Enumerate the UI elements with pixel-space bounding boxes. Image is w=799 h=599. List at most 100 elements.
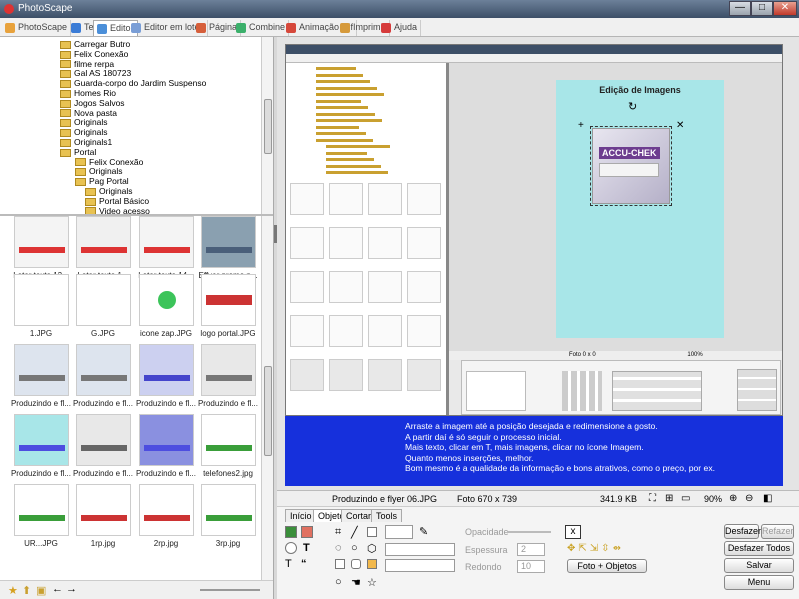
line-style-select[interactable]	[385, 543, 455, 556]
thumbnail-grid[interactable]: Lotar texto 12...Lotar texto 1...Lotar t…	[0, 214, 273, 580]
tree-folder[interactable]: Video acesso	[85, 206, 150, 214]
circle-icon[interactable]: ○	[335, 576, 342, 588]
thumbnail[interactable]	[201, 484, 256, 536]
thumbnail[interactable]	[139, 484, 194, 536]
text-tool-icon[interactable]: T	[303, 542, 310, 554]
eyedropper-icon[interactable]: ✎	[419, 525, 428, 538]
thumbnail-scrollbar[interactable]	[261, 216, 273, 580]
thumbnail[interactable]	[201, 274, 256, 326]
tree-folder[interactable]: Originals	[60, 117, 108, 127]
undo-all-button[interactable]: Desfazer Todos	[724, 541, 794, 556]
cursor-tool[interactable]: x	[565, 525, 581, 539]
curve-icon[interactable]: ◌	[335, 542, 342, 554]
tree-folder[interactable]: Nova pasta	[60, 108, 117, 118]
thumbnail-size-slider[interactable]	[200, 589, 260, 591]
bottom-tab-0[interactable]: Início	[285, 509, 317, 522]
back-arrow-icon[interactable]: ←	[52, 583, 63, 595]
star-icon[interactable]: ☆	[367, 576, 377, 589]
thumbnail[interactable]	[201, 344, 256, 396]
line-icon[interactable]: ╱	[351, 526, 358, 539]
thumbnail[interactable]	[76, 414, 131, 466]
folder-up-icon[interactable]: ⬆	[22, 584, 31, 597]
box-icon[interactable]	[367, 559, 377, 569]
tree-folder[interactable]: Felix Conexão	[75, 157, 143, 167]
thumbnail[interactable]	[76, 274, 131, 326]
rectangle-icon[interactable]	[367, 527, 377, 537]
tree-scroll-thumb[interactable]	[264, 99, 272, 154]
close-button[interactable]: ✕	[773, 1, 797, 16]
save-button[interactable]: Salvar	[724, 558, 794, 573]
thumbnail[interactable]	[201, 414, 256, 466]
tree-folder[interactable]: Originals	[60, 127, 108, 137]
actual-size-icon[interactable]: ⊞	[665, 493, 673, 504]
photo-objects-button[interactable]: Foto + Objetos	[567, 559, 647, 573]
tree-folder[interactable]: Originals	[85, 186, 133, 196]
tree-folder[interactable]: Carregar Butro	[60, 39, 130, 49]
thumbnail-scroll-thumb[interactable]	[264, 366, 272, 456]
folder-icon[interactable]: ▣	[36, 584, 46, 597]
object-action-icons[interactable]: ✥⇱⇲⇳⇴	[567, 543, 624, 554]
tree-folder[interactable]: Guarda-corpo do Jardim Suspenso	[60, 78, 206, 88]
text-style-icon[interactable]: T	[285, 558, 292, 570]
photo-frame-icon[interactable]	[301, 526, 313, 538]
minimize-button[interactable]: —	[729, 1, 751, 16]
edited-image[interactable]: Edição de Imagens ↻ ACCU-CHEK + ✕ Foto 0…	[285, 44, 783, 416]
thumbnail[interactable]	[139, 274, 194, 326]
tree-folder[interactable]: Portal Básico	[85, 196, 149, 206]
redo-button[interactable]: Refazer	[761, 524, 794, 539]
fit-icon[interactable]: ⛶	[649, 493, 656, 504]
tab-8[interactable]: Ajuda	[378, 20, 422, 36]
tree-scrollbar[interactable]	[261, 37, 273, 214]
tab-0[interactable]: PhotoScape	[2, 20, 72, 36]
thumbnail[interactable]	[76, 344, 131, 396]
tree-folder[interactable]: Gal AS 180723	[60, 68, 131, 78]
thumbnail[interactable]	[139, 344, 194, 396]
thumbnail[interactable]	[14, 274, 69, 326]
folder-icon	[60, 138, 71, 147]
favorite-icon[interactable]: ★	[8, 584, 18, 597]
square-icon[interactable]	[335, 559, 345, 569]
forward-arrow-icon[interactable]: →	[66, 583, 77, 595]
hand-icon[interactable]: ☚	[351, 576, 361, 589]
polygon-icon[interactable]: ⬡	[367, 542, 377, 555]
tab-5[interactable]: Combine	[233, 20, 290, 36]
tree-folder[interactable]: Originals	[75, 166, 123, 176]
color-picker[interactable]	[385, 525, 413, 539]
full-view-icon[interactable]: ▭	[681, 493, 690, 504]
thumbnail[interactable]	[14, 344, 69, 396]
tree-folder[interactable]: Originals1	[60, 137, 112, 147]
undo-button[interactable]: Desfazer	[724, 524, 761, 539]
tree-folder[interactable]: filme rerpa	[60, 59, 114, 69]
ellipse-icon[interactable]: ○	[351, 542, 358, 554]
thumbnail[interactable]	[139, 216, 194, 268]
opacity-slider[interactable]	[507, 531, 551, 533]
image-tool-icon[interactable]	[285, 526, 297, 538]
zoom-out-icon[interactable]: ⊖	[745, 493, 753, 504]
dash-style-select[interactable]	[385, 559, 455, 572]
compare-icon[interactable]: ◧	[763, 493, 772, 504]
bottom-tab-3[interactable]: Tools	[371, 509, 403, 522]
thumbnail[interactable]	[76, 216, 131, 268]
tree-folder[interactable]: Portal	[60, 147, 96, 157]
balloon-icon[interactable]	[285, 542, 297, 554]
tree-folder[interactable]: Pag Portal	[75, 176, 129, 186]
rounded-input[interactable]: 10	[517, 560, 545, 573]
thumbnail[interactable]	[76, 484, 131, 536]
tree-folder[interactable]: Felix Conexão	[60, 49, 128, 59]
maximize-button[interactable]: □	[751, 1, 773, 16]
folder-tree[interactable]: Carregar Butro Felix Conexão filme rerpa Ga…	[0, 37, 273, 214]
thumbnail[interactable]	[139, 414, 194, 466]
zoom-in-icon[interactable]: ⊕	[729, 493, 737, 504]
thickness-input[interactable]: 2	[517, 543, 545, 556]
quote-icon[interactable]: “	[301, 558, 307, 570]
thumbnail[interactable]	[14, 216, 69, 268]
tree-folder[interactable]: Jogos Salvos	[60, 98, 125, 108]
menu-button[interactable]: Menu	[724, 575, 794, 590]
rounded-rect-icon[interactable]	[351, 559, 361, 569]
tree-folder[interactable]: Homes Rio	[60, 88, 116, 98]
thumbnail[interactable]	[201, 216, 256, 268]
thumbnail[interactable]	[14, 484, 69, 536]
instruction-text-box[interactable]: Arraste a imagem até a posição desejada …	[285, 416, 783, 486]
lasso-icon[interactable]: ⌗	[335, 526, 341, 539]
thumbnail[interactable]	[14, 414, 69, 466]
